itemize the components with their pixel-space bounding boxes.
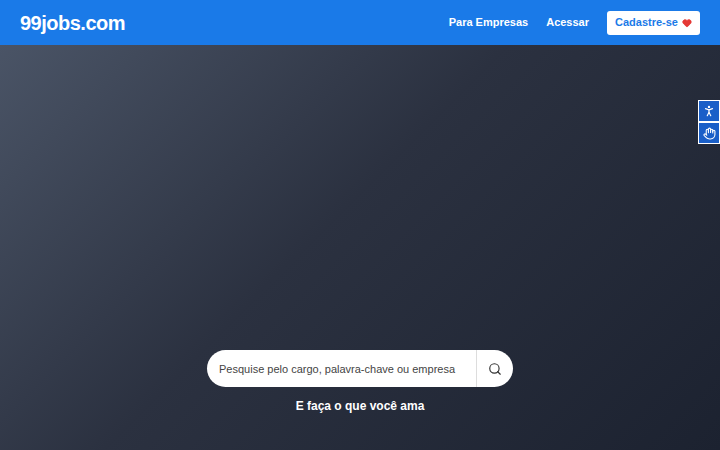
accessibility-widget	[698, 100, 720, 144]
accessibility-button[interactable]	[698, 100, 720, 122]
search-bar	[207, 350, 513, 387]
logo[interactable]: 99jobs.com	[20, 8, 125, 38]
sign-language-icon	[703, 127, 716, 140]
search-button[interactable]	[477, 350, 513, 387]
nav: Para Empresas Acessar Cadastre-se	[449, 11, 700, 35]
hero: E faça o que você ama	[0, 45, 720, 450]
tagline: E faça o que você ama	[296, 397, 425, 415]
nav-link[interactable]: Acessar	[546, 14, 589, 31]
nav-link[interactable]: Para Empresas	[449, 14, 529, 31]
magnifier-icon	[488, 362, 502, 376]
sign-language-button[interactable]	[698, 122, 720, 144]
top-bar: 99jobs.com Para Empresas Acessar Cadastre-s…	[0, 0, 720, 45]
accessibility-icon	[702, 104, 716, 118]
page: 99jobs.com Para Empresas Acessar Cadastre-s…	[0, 0, 720, 450]
heart-icon	[682, 18, 692, 28]
signup-button[interactable]: Cadastre-se	[607, 11, 700, 35]
search-input[interactable]	[207, 350, 476, 387]
